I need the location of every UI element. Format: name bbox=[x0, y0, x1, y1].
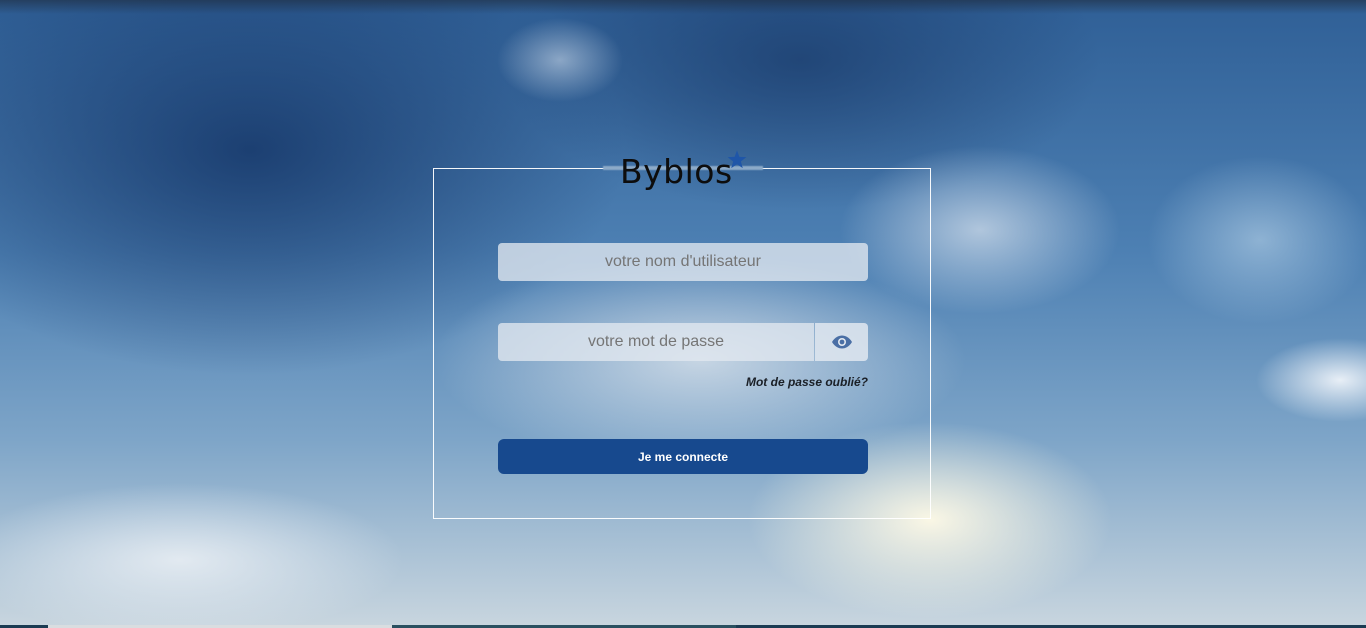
star-icon bbox=[727, 150, 747, 169]
show-password-button[interactable] bbox=[815, 323, 868, 361]
top-shade bbox=[0, 0, 1366, 14]
password-input[interactable] bbox=[498, 323, 814, 361]
brand-name: Byblos bbox=[620, 152, 733, 191]
forgot-password-link[interactable]: Mot de passe oublié? bbox=[698, 375, 868, 389]
login-button[interactable]: Je me connecte bbox=[498, 439, 868, 474]
username-input[interactable] bbox=[498, 243, 868, 281]
eye-icon bbox=[831, 335, 852, 349]
brand-logo: Byblos bbox=[620, 150, 747, 194]
